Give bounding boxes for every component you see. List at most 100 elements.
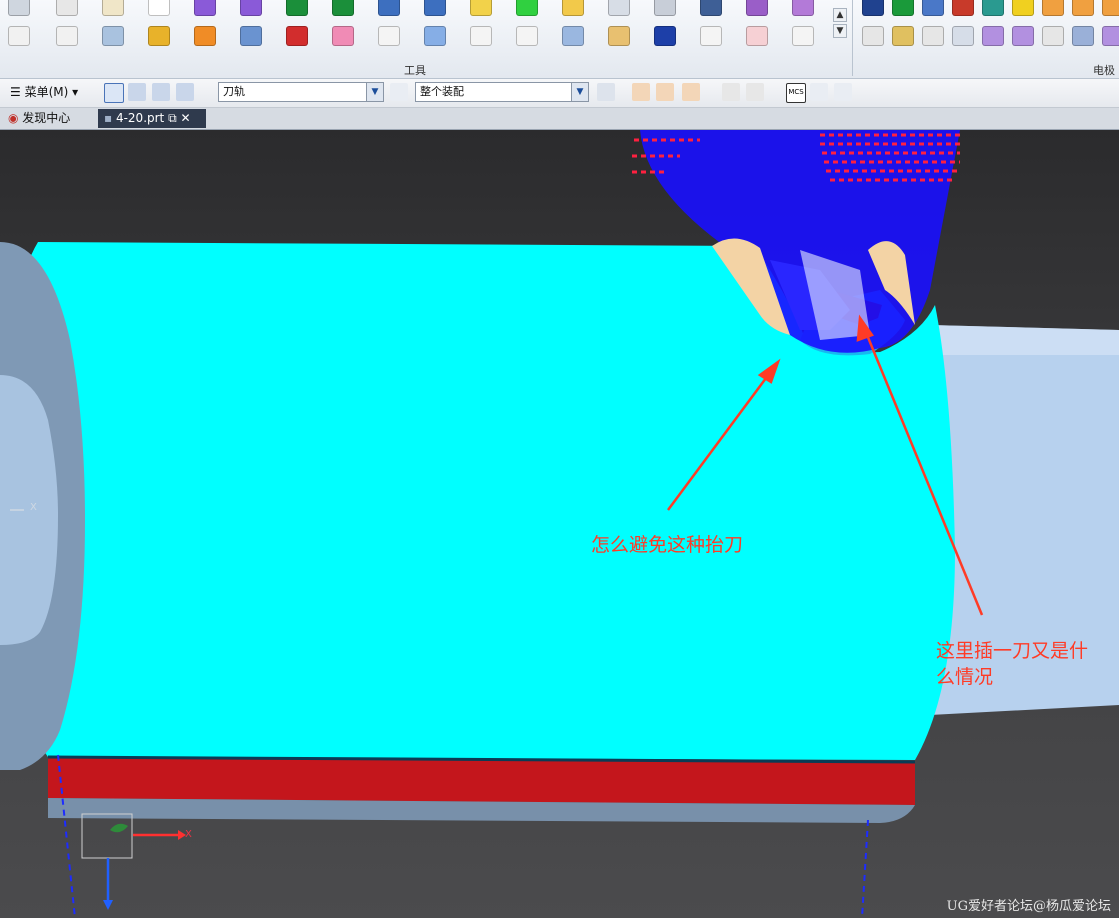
u-channel-icon[interactable] — [654, 26, 676, 46]
electrode-wrench-icon[interactable] — [892, 26, 914, 46]
tab-discovery-label: 发现中心 — [22, 111, 71, 125]
electrode-teal-icon[interactable] — [982, 0, 1004, 16]
wire-box-icon[interactable] — [378, 26, 400, 46]
assembly-scope-value: 整个装配 — [420, 85, 464, 98]
select-mode-icon[interactable] — [104, 83, 124, 103]
violet-cube-icon[interactable] — [792, 0, 814, 16]
assembly-scope-select[interactable]: 整个装配 ▼ — [415, 82, 589, 102]
electrode-castle-icon[interactable] — [982, 26, 1004, 46]
select-list-icon[interactable] — [176, 83, 194, 101]
electrode-tri-icon[interactable] — [952, 0, 974, 16]
hexagon-icon[interactable] — [516, 26, 538, 46]
ribbon-scroll[interactable]: ▲ ▼ — [833, 8, 847, 56]
menu-button[interactable]: ☰ 菜单(M) ▾ — [10, 83, 78, 100]
electrode-sheet-icon[interactable] — [1042, 26, 1064, 46]
circle-square-icon[interactable] — [792, 26, 814, 46]
orange-shape-icon[interactable] — [194, 26, 216, 46]
filter-funnel-icon[interactable] — [390, 83, 408, 101]
tab-discovery-center[interactable]: ◉ 发现中心 — [2, 109, 94, 128]
arrow-right-purple-icon[interactable] — [240, 0, 262, 16]
tab-part-label: 4-20.prt — [115, 111, 165, 125]
revolve-r-icon[interactable] — [8, 26, 30, 46]
graphics-viewport[interactable]: X X 怎么避免这种抬刀 这里插一刀又是什 么情况 UG爱好者论坛@杨瓜爱论坛 — [0, 130, 1119, 918]
target-icon[interactable] — [746, 26, 768, 46]
snap-end-icon[interactable] — [656, 83, 674, 101]
wcs-triad — [81, 813, 186, 910]
box-select-2-icon[interactable] — [746, 83, 764, 101]
abs-csys-icon[interactable] — [56, 0, 78, 16]
axis-x-label: X — [185, 829, 192, 840]
red-cube-icon[interactable] — [286, 26, 308, 46]
chevron-down-icon[interactable]: ▼ — [366, 83, 383, 101]
popout-icon[interactable]: ⧉ — [168, 111, 177, 125]
move-icon[interactable] — [562, 26, 584, 46]
hide-toggle-icon[interactable] — [834, 83, 852, 101]
info-list-icon[interactable] — [148, 0, 170, 16]
electrode-grid-icon[interactable] — [952, 26, 974, 46]
select-graph-icon[interactable] — [128, 83, 146, 101]
mcs-icon[interactable]: MCS — [786, 83, 806, 103]
offset-face-icon[interactable] — [424, 0, 446, 16]
callout-avoid-lift: 怎么避免这种抬刀 — [591, 534, 744, 556]
watermark: UG爱好者论坛@杨瓜爱论坛 — [946, 899, 1111, 914]
callout-plunge-line1: 这里插一刀又是什 — [936, 640, 1089, 662]
electrode-blue-icon[interactable] — [862, 0, 884, 16]
replace-face-icon[interactable] — [378, 0, 400, 16]
type-filter-select[interactable]: 刀轨 ▼ — [218, 82, 384, 102]
electrode-more-icon[interactable] — [1102, 0, 1119, 16]
split-body-icon[interactable] — [424, 26, 446, 46]
type-filter-value: 刀轨 — [223, 85, 245, 98]
eye-icon[interactable] — [810, 83, 828, 101]
measure-icon[interactable] — [608, 0, 630, 16]
electrode-x-icon[interactable] — [922, 26, 944, 46]
selection-toolbar: ☰ 菜单(M) ▾ 刀轨 ▼ 整个装配 ▼ MCS — [0, 79, 1119, 108]
electrode-castle2-icon[interactable] — [1012, 26, 1034, 46]
close-icon[interactable]: ✕ — [177, 111, 190, 125]
fill-icon[interactable] — [102, 26, 124, 46]
arrow-left-purple-icon[interactable] — [194, 0, 216, 16]
green-block-icon[interactable] — [516, 0, 538, 16]
ribbon: ▲ ▼ 工具 电极 — [0, 0, 1119, 79]
ribbon-scroll-up-button[interactable]: ▲ — [833, 8, 847, 22]
electrode-castle3-icon[interactable] — [1102, 26, 1119, 46]
electrode-a-icon[interactable] — [862, 26, 884, 46]
yellow-block-icon[interactable] — [470, 0, 492, 16]
hamburger-icon: ☰ — [10, 85, 25, 99]
arrow-right-green-icon[interactable] — [332, 0, 354, 16]
electrode-tool-icon[interactable] — [654, 0, 676, 16]
discovery-icon: ◉ — [8, 111, 23, 125]
folder-icon[interactable] — [562, 0, 584, 16]
electrode-group-label: 电极 — [1093, 64, 1115, 77]
electrode-yellow-icon[interactable] — [1012, 0, 1034, 16]
sketch-icon[interactable] — [102, 0, 124, 16]
callout-plunge-line2: 么情况 — [936, 666, 994, 688]
electrode-arrows-icon[interactable] — [1072, 26, 1094, 46]
arrow-left-green-icon[interactable] — [286, 0, 308, 16]
electrode-orange-icon[interactable] — [1042, 0, 1064, 16]
selection-settings-icon[interactable] — [597, 83, 615, 101]
snap-mid-icon[interactable] — [682, 83, 700, 101]
pink-shape-icon[interactable] — [332, 26, 354, 46]
snap-point-icon[interactable] — [632, 83, 650, 101]
chevron-down-icon[interactable]: ▼ — [571, 83, 588, 101]
electrode-green-icon[interactable] — [892, 0, 914, 16]
width-icon[interactable] — [608, 26, 630, 46]
purple-box-icon[interactable] — [746, 0, 768, 16]
stamp-icon[interactable] — [700, 0, 722, 16]
box-select-icon[interactable] — [722, 83, 740, 101]
axis-x-left-label: X — [30, 502, 37, 513]
cylinder-blue-icon[interactable] — [240, 26, 262, 46]
layer-icon[interactable] — [56, 26, 78, 46]
select-chain-icon[interactable] — [152, 83, 170, 101]
tab-part-file[interactable]: ▪ 4-20.prt ⧉ ✕ — [98, 109, 206, 128]
bottom-red-band — [48, 757, 915, 805]
view-orient-icon[interactable] — [8, 0, 30, 16]
electrode-book-icon[interactable] — [922, 0, 944, 16]
ribbon-scroll-down-button[interactable]: ▼ — [833, 24, 847, 38]
eraser-icon[interactable] — [148, 26, 170, 46]
electrode-icon-grid — [858, 0, 1119, 60]
viewport-scene — [0, 130, 1119, 918]
rectangle-icon[interactable] — [470, 26, 492, 46]
electrode-orange2-icon[interactable] — [1072, 0, 1094, 16]
csys-xyz-icon[interactable] — [700, 26, 722, 46]
